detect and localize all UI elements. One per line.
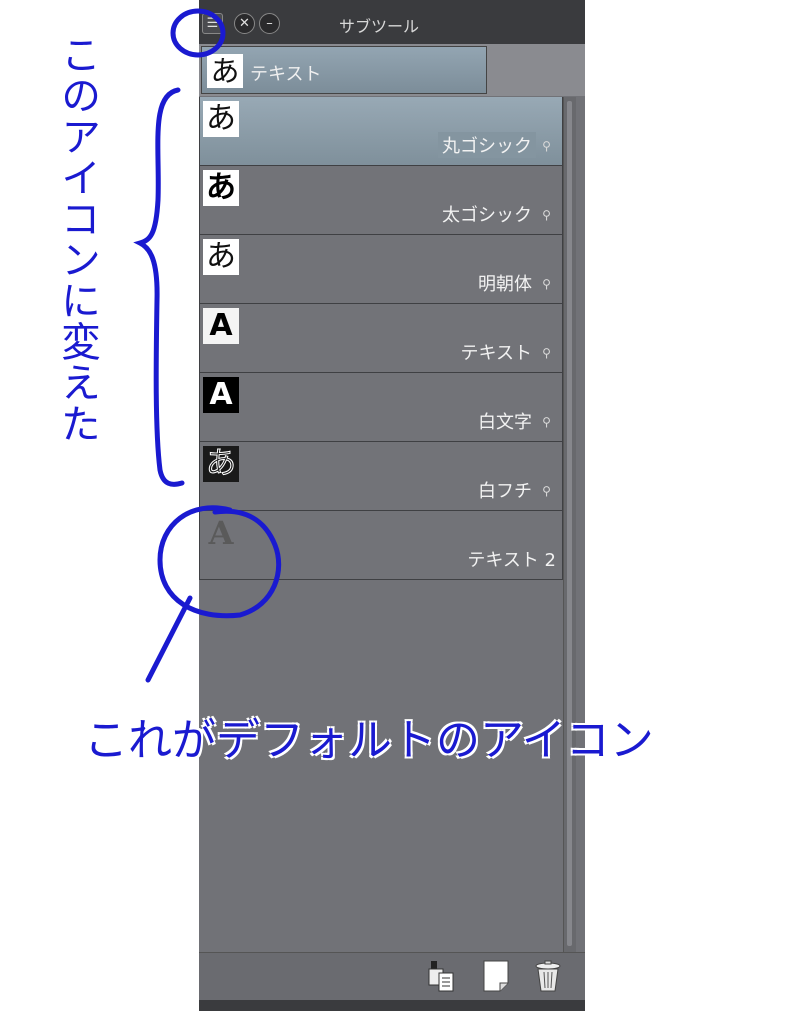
key-icon: ⚲ [542, 346, 551, 360]
minimize-icon[interactable]: – [259, 13, 280, 34]
subtool-icon: あ [203, 446, 239, 482]
subtool-name: テキスト 2 [467, 550, 556, 571]
key-icon: ⚲ [542, 484, 551, 498]
subtool-item[interactable]: あ白フチ ⚲ [199, 442, 563, 511]
subtool-name: 太ゴシック [442, 205, 532, 226]
delete-sub-tool-icon[interactable] [533, 959, 563, 993]
key-icon: ⚲ [542, 139, 551, 153]
panel-bottom-edge [199, 1000, 585, 1011]
subtool-name: 丸ゴシック [438, 132, 536, 158]
tab-text[interactable]: あ テキスト [201, 46, 487, 94]
panel-bottom-toolbar [199, 952, 585, 1001]
subtool-panel: ☰ ✕ – サブツール あ テキスト あ丸ゴシック ⚲ あ太ゴシック ⚲ あ明朝体 ⚲ A テ… [199, 0, 585, 1011]
subtool-list: あ丸ゴシック ⚲ あ太ゴシック ⚲ あ明朝体 ⚲ A テキスト ⚲ A 白文字 ⚲ あ白フチ ⚲ A テキスト… [199, 97, 563, 580]
tab-label: テキスト [250, 64, 322, 85]
subtool-name: 白文字 [478, 412, 532, 433]
subtool-item[interactable]: あ明朝体 ⚲ [199, 235, 563, 304]
new-sub-tool-icon[interactable] [481, 959, 511, 993]
panel-title: サブツール [339, 17, 420, 36]
subtool-item[interactable]: A 白文字 ⚲ [199, 373, 563, 442]
key-icon: ⚲ [542, 208, 551, 222]
subtool-name: テキスト [460, 343, 532, 364]
subtool-item[interactable]: A テキスト 2 [199, 511, 563, 580]
subtool-item[interactable]: A テキスト ⚲ [199, 304, 563, 373]
scrollbar-thumb[interactable] [567, 101, 572, 946]
annotation-pointer-line [145, 595, 193, 683]
annotation-vertical-note: このアイコンに変えた [54, 34, 100, 444]
subtool-icon: A [203, 377, 239, 413]
subtool-name: 明朝体 [478, 274, 532, 295]
subtool-name: 白フチ [478, 481, 532, 502]
text-tool-icon: あ [207, 54, 243, 88]
subtool-icon: あ [203, 101, 239, 137]
subtool-icon: A [208, 514, 234, 552]
scrollbar[interactable] [563, 97, 576, 952]
subtool-item[interactable]: あ太ゴシック ⚲ [199, 166, 563, 235]
close-icon[interactable]: ✕ [234, 13, 255, 34]
panel-titlebar: ☰ ✕ – サブツール [199, 0, 585, 44]
annotation-horizontal-note: これがデフォルトのアイコン [84, 715, 654, 766]
menu-icon[interactable]: ☰ [202, 13, 223, 34]
subtool-icon: A [203, 308, 239, 344]
subtool-icon: あ [203, 239, 239, 275]
sub-tool-property-icon[interactable] [427, 959, 457, 993]
key-icon: ⚲ [542, 277, 551, 291]
subtool-icon: あ [203, 170, 239, 206]
key-icon: ⚲ [542, 415, 551, 429]
annotation-brace [133, 87, 185, 487]
subtool-item[interactable]: あ丸ゴシック ⚲ [199, 97, 563, 166]
